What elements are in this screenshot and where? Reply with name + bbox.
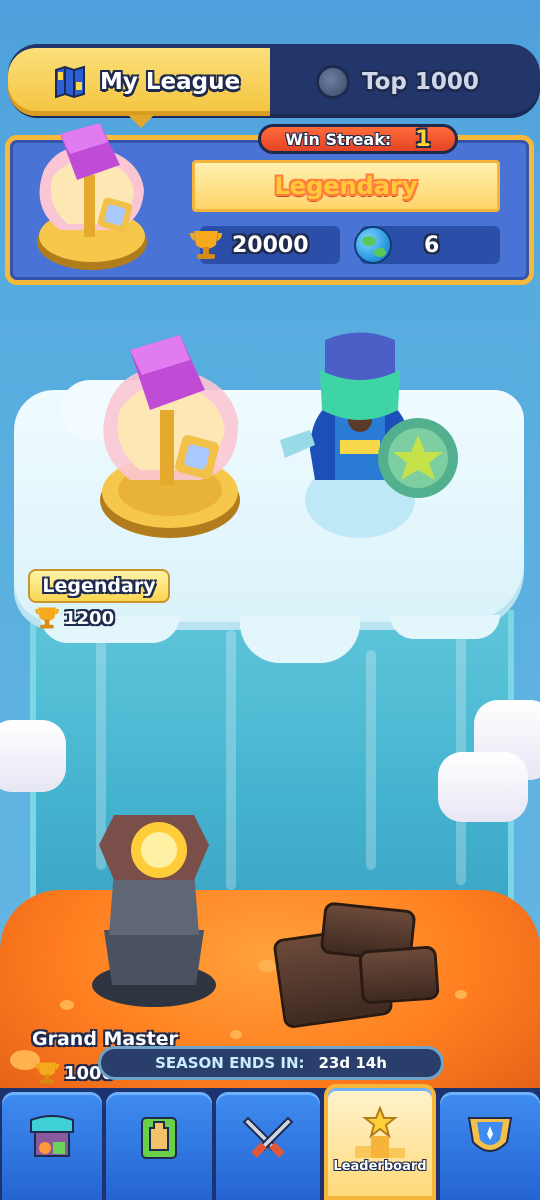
lava-bubble <box>60 1000 74 1010</box>
win-streak-value: 1 <box>415 126 431 152</box>
map-icon <box>55 65 85 99</box>
trophy-icon <box>190 231 222 259</box>
lava-bubble <box>230 1030 242 1039</box>
upper-league-trophies: 1200 <box>64 607 115 629</box>
legendary-trophy-icon <box>100 335 240 538</box>
podium-star-icon <box>355 1106 405 1158</box>
tab-top-1000[interactable]: Top 1000 <box>270 48 532 116</box>
cloud <box>0 720 66 792</box>
nav-leaderboard[interactable]: Leaderboard <box>324 1084 436 1200</box>
tab-top-1000-label: Top 1000 <box>362 69 479 95</box>
league-trophy-icon <box>37 123 147 270</box>
shop-stall-icon <box>30 1115 74 1157</box>
global-rank-value: 6 <box>424 232 440 258</box>
globe-icon <box>316 65 350 99</box>
lava-bubble <box>455 990 467 999</box>
hero-character-icon <box>280 332 458 538</box>
nav-battle[interactable] <box>216 1092 320 1200</box>
upper-league-badge: Legendary <box>28 569 170 603</box>
league-name: Legendary <box>274 172 418 200</box>
upper-league-requirement: 1200 <box>32 603 114 633</box>
global-rank: 6 <box>354 226 500 264</box>
season-label: SEASON ENDS IN: <box>155 1054 305 1072</box>
upper-league-name: Legendary <box>42 575 156 597</box>
clan-shield-icon <box>467 1117 513 1152</box>
trophy-count-value: 20000 <box>232 232 309 258</box>
trophy-count: 20000 <box>190 226 340 264</box>
tab-my-league[interactable]: My League <box>8 48 270 128</box>
earth-icon <box>354 226 392 264</box>
snow-drip <box>390 615 500 639</box>
nav-shop[interactable] <box>2 1092 102 1200</box>
snow-drip <box>240 615 360 663</box>
crossed-swords-icon <box>242 1116 294 1158</box>
season-time-left: 23d 14h <box>318 1054 387 1072</box>
tab-my-league-label: My League <box>100 69 241 95</box>
icicle <box>366 650 376 870</box>
rock <box>358 945 440 1005</box>
grand-master-furnace-icon <box>92 815 216 1007</box>
season-timer: SEASON ENDS IN: 23d 14h <box>98 1046 444 1080</box>
nav-clan[interactable] <box>440 1092 540 1200</box>
win-streak-badge: Win Streak: 1 <box>258 124 458 154</box>
nav-leaderboard-label: Leaderboard <box>333 1159 427 1174</box>
tower-card-icon <box>141 1117 177 1159</box>
lava-bubble <box>258 960 276 972</box>
trophy-icon <box>35 607 59 629</box>
league-name-banner: Legendary <box>192 160 500 212</box>
icicle <box>226 630 236 890</box>
cloud <box>438 752 528 822</box>
win-streak-label: Win Streak: <box>285 129 392 149</box>
trophy-icon <box>35 1062 59 1084</box>
league-map: Legendary 1200 Grand Master 1000 SEASON … <box>0 0 540 1200</box>
nav-cards[interactable] <box>106 1092 212 1200</box>
